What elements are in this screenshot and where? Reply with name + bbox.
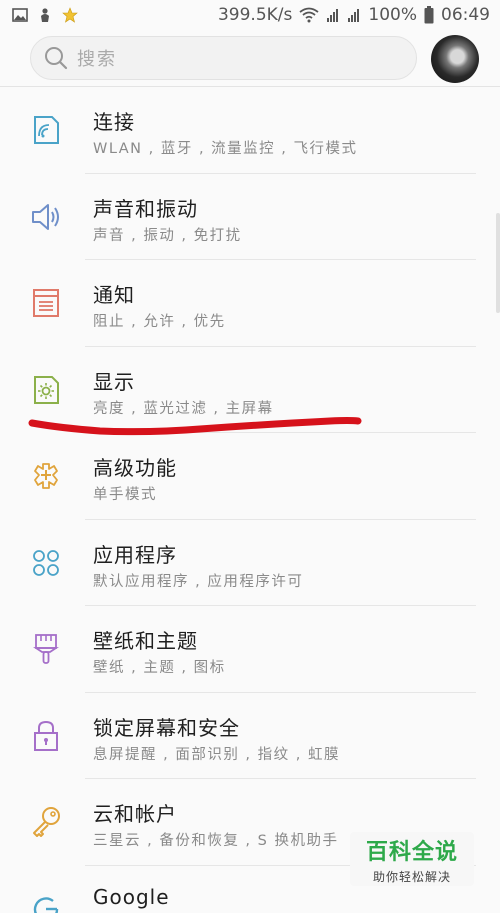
- advanced-features-icon: [34, 463, 58, 489]
- star-icon: [62, 7, 78, 23]
- settings-item-notifications[interactable]: 通知 阻止 , 允许 , 优先: [0, 260, 500, 347]
- item-subtitle: 三星云 , 备份和恢复 , S 换机助手: [93, 833, 339, 849]
- status-left: [12, 7, 78, 23]
- watermark: 百科全说 助你轻松解决: [350, 832, 474, 886]
- item-subtitle: 阻止 , 允许 , 优先: [93, 314, 226, 330]
- settings-item-wallpapers-themes[interactable]: 壁纸和主题 壁纸 , 主题 , 图标: [0, 606, 500, 693]
- item-title: 高级功能: [93, 456, 177, 480]
- settings-item-advanced-features[interactable]: 高级功能 单手模式: [0, 433, 500, 520]
- settings-item-display[interactable]: 显示 亮度 , 蓝光过滤 , 主屏幕: [0, 347, 500, 433]
- item-subtitle: 单手模式: [93, 487, 157, 503]
- battery-percent: 100%: [368, 5, 417, 25]
- item-title: 锁定屏幕和安全: [93, 715, 240, 740]
- settings-item-sound[interactable]: 声音和振动 声音 , 振动 , 免打扰: [0, 174, 500, 260]
- google-icon: [33, 896, 59, 913]
- paintbrush-icon: [33, 634, 59, 664]
- item-subtitle: WLAN , 蓝牙 , 流量监控 , 飞行模式: [93, 141, 358, 157]
- item-title: 显示: [93, 369, 135, 394]
- item-title: 应用程序: [93, 542, 177, 567]
- apps-icon: [33, 549, 59, 576]
- item-subtitle: 息屏提醒 , 面部识别 , 指纹 , 虹膜: [93, 746, 340, 763]
- battery-icon: [424, 6, 434, 24]
- connection-icon: [34, 116, 59, 144]
- item-subtitle: 声音 , 振动 , 免打扰: [93, 227, 242, 244]
- settings-item-lock-screen-security[interactable]: 锁定屏幕和安全 息屏提醒 , 面部识别 , 指纹 , 虹膜: [0, 693, 500, 779]
- gallery-icon: [12, 8, 28, 22]
- scroll-indicator[interactable]: [496, 213, 500, 313]
- clock: 06:49: [441, 5, 490, 25]
- wifi-icon: [299, 7, 319, 23]
- avatar[interactable]: [431, 35, 479, 83]
- hand-icon: [38, 7, 52, 23]
- status-bar: 399.5K/s 100% 06:49: [0, 0, 500, 30]
- item-subtitle: 默认应用程序 , 应用程序许可: [93, 573, 304, 590]
- search-placeholder: 搜索: [77, 49, 117, 70]
- search-row: 搜索: [0, 32, 500, 88]
- speaker-icon: [32, 203, 59, 230]
- item-title: Google: [93, 884, 170, 909]
- search-icon: [45, 47, 68, 70]
- item-subtitle: 亮度 , 蓝光过滤 , 主屏幕: [93, 400, 274, 417]
- item-subtitle: 壁纸 , 主题 , 图标: [93, 660, 226, 676]
- lock-icon: [34, 720, 58, 751]
- signal-icon: [347, 7, 361, 23]
- settings-item-apps[interactable]: 应用程序 默认应用程序 , 应用程序许可: [0, 520, 500, 606]
- signal-icon: [326, 7, 340, 23]
- status-right: 399.5K/s 100% 06:49: [218, 5, 490, 25]
- watermark-title: 百科全说: [365, 839, 458, 865]
- item-title: 声音和振动: [93, 196, 198, 221]
- item-title: 连接: [93, 110, 135, 134]
- settings-list: 连接 WLAN , 蓝牙 , 流量监控 , 飞行模式 声音和振动 声音 , 振动…: [0, 87, 500, 913]
- settings-item-connections[interactable]: 连接 WLAN , 蓝牙 , 流量监控 , 飞行模式: [0, 87, 500, 174]
- network-speed: 399.5K/s: [217, 5, 293, 25]
- display-icon: [34, 375, 59, 404]
- item-title: 云和帐户: [93, 802, 177, 826]
- watermark-subtitle: 助你轻松解决: [372, 869, 451, 884]
- key-icon: [33, 807, 60, 837]
- item-title: 壁纸和主题: [93, 629, 198, 653]
- search-input[interactable]: 搜索: [30, 36, 417, 80]
- notification-icon: [33, 289, 59, 317]
- item-title: 通知: [93, 283, 135, 307]
